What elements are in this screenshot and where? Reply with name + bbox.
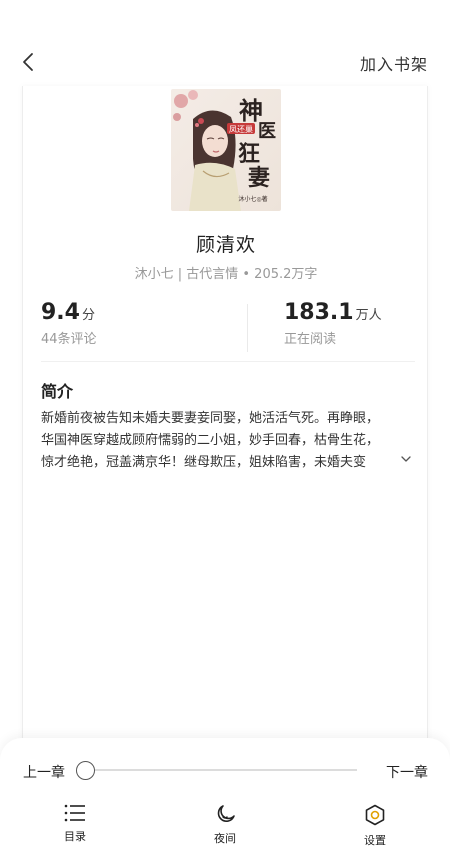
rating-value: 9.4 — [41, 300, 80, 325]
tab-catalog-label: 目录 — [64, 830, 86, 843]
book-info-card: 神 医 狂 妻 凤还巢 沐小七◎著 顾清欢 沐小七 | 古代言情 • 205.2… — [22, 86, 428, 786]
settings-icon — [365, 804, 385, 826]
stat-divider — [247, 304, 248, 352]
cover-title-char-2: 医 — [258, 121, 276, 142]
intro-text[interactable]: 新婚前夜被告知未婚夫要妻妾同娶，她活活气死。再睁眼， 华国神医穿越成顾府懦弱的二… — [41, 408, 413, 474]
book-title: 顾清欢 — [195, 234, 256, 256]
back-button[interactable] — [14, 48, 42, 76]
rating-stat[interactable]: 9.4 分 44条评论 — [41, 300, 97, 347]
intro-heading: 简介 — [41, 382, 74, 401]
moon-icon — [217, 805, 235, 822]
slider-thumb[interactable] — [75, 761, 95, 780]
list-icon — [64, 804, 85, 822]
book-stats: 9.4 分 44条评论 183.1 万人 正在阅读 — [41, 296, 415, 362]
chapter-progress-slider[interactable] — [85, 769, 357, 771]
rating-unit: 分 — [81, 308, 95, 323]
tab-settings[interactable]: 设置 — [345, 804, 405, 848]
tab-night-mode[interactable]: 夜间 — [195, 804, 255, 846]
book-meta: 沐小七 | 古代言情 • 205.2万字 — [134, 267, 318, 282]
next-chapter-button[interactable]: 下一章 — [386, 762, 428, 782]
intro-line: 华国神医穿越成顾府懦弱的二小姐，妙手回春，枯骨生花， — [41, 433, 380, 448]
book-cover[interactable]: 神 医 狂 妻 凤还巢 沐小七◎著 — [171, 89, 281, 211]
readers-value: 183.1 — [284, 300, 354, 325]
add-to-shelf-button[interactable]: 加入书架 — [360, 51, 428, 75]
cover-author: 沐小七◎著 — [238, 195, 267, 203]
chevron-left-icon — [23, 53, 33, 71]
reader-control-panel: 上一章 下一章 目录 夜间 设置 — [0, 738, 450, 850]
prev-chapter-button[interactable]: 上一章 — [23, 762, 65, 782]
tab-settings-label: 设置 — [364, 834, 386, 847]
intro-line: 新婚前夜被告知未婚夫要妻妾同娶，她活活气死。再睁眼， — [41, 411, 380, 426]
cover-tag: 凤还巢 — [229, 124, 253, 134]
readers-unit: 万人 — [355, 308, 382, 323]
tab-night-mode-label: 夜间 — [214, 832, 236, 845]
chevron-down-icon[interactable] — [400, 453, 412, 465]
readers-stat: 183.1 万人 正在阅读 — [284, 300, 382, 347]
review-count: 44条评论 — [41, 332, 97, 347]
tab-catalog[interactable]: 目录 — [45, 804, 105, 844]
readers-label: 正在阅读 — [284, 332, 337, 347]
top-bar: 加入书架 — [0, 40, 450, 84]
cover-title-char-3: 狂 — [238, 141, 260, 167]
cover-title-char-4: 妻 — [248, 165, 270, 191]
intro-line: 惊才绝艳，冠盖满京华！继母欺压，姐妹陷害，未婚夫变 — [41, 455, 367, 470]
